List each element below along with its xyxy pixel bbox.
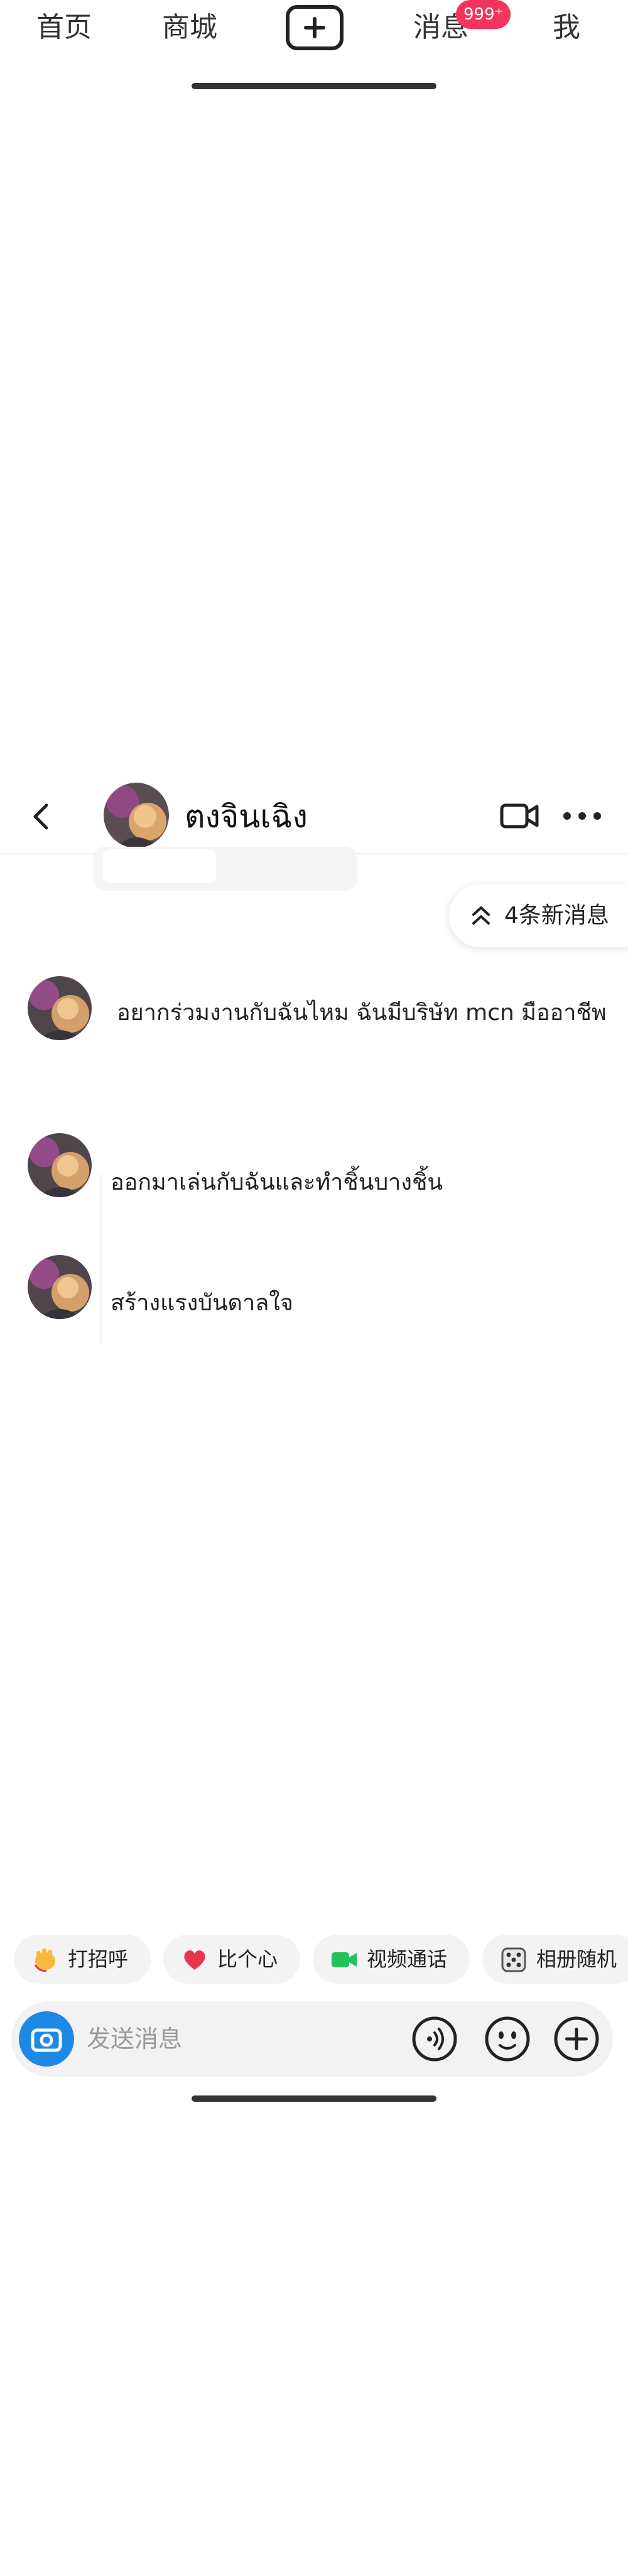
new-messages-button[interactable]: 4条新消息 bbox=[449, 884, 628, 947]
message-row: อยากร่วมงานกับฉันไหม ฉันมีบริษัท mcn มือ… bbox=[0, 974, 628, 1049]
message-row: สร้างแรงบันดาลใจ bbox=[0, 1255, 628, 1324]
tab-me[interactable]: 我 bbox=[553, 9, 580, 46]
chip-greet-label: 打招呼 bbox=[68, 1947, 129, 1971]
camera-button[interactable] bbox=[19, 2011, 74, 2067]
camera-icon bbox=[31, 2028, 62, 2052]
chip-video-call-label: 视频通话 bbox=[367, 1947, 448, 1971]
double-chevron-up-icon bbox=[472, 906, 490, 925]
chip-heart[interactable]: 比个心 bbox=[163, 1935, 300, 1984]
video-call-icon[interactable] bbox=[499, 800, 539, 832]
chip-heart-label: 比个心 bbox=[217, 1947, 278, 1971]
sender-avatar[interactable] bbox=[28, 976, 92, 1040]
chip-random-album-label: 相册随机 bbox=[536, 1947, 617, 1971]
sender-avatar[interactable] bbox=[28, 1133, 92, 1197]
plus-icon bbox=[304, 17, 325, 38]
home-indicator bbox=[192, 83, 436, 89]
dice-icon bbox=[501, 1947, 526, 1972]
faded-card-inner bbox=[103, 849, 216, 883]
unread-badge: 999⁺ bbox=[456, 0, 511, 29]
message-text: อยากร่วมงานกับฉันไหม ฉันมีบริษัท mcn มือ… bbox=[117, 1000, 607, 1026]
emoji-icon[interactable] bbox=[484, 2015, 531, 2063]
top-tab-bar: 首页 商城 消息 999⁺ 我 bbox=[0, 0, 628, 63]
more-options-icon[interactable] bbox=[562, 810, 602, 822]
home-indicator bbox=[192, 2095, 436, 2102]
message-row: ออกมาเล่นกับฉันและทำชิ้นบางชิ้น bbox=[0, 1133, 628, 1202]
wave-hand-icon bbox=[34, 1948, 55, 1972]
back-arrow-icon[interactable] bbox=[28, 802, 53, 832]
tab-home[interactable]: 首页 bbox=[36, 9, 92, 46]
new-messages-label: 4条新消息 bbox=[504, 903, 609, 928]
voice-icon[interactable] bbox=[411, 2015, 458, 2063]
post-button[interactable] bbox=[286, 5, 344, 50]
heart-icon bbox=[184, 1950, 205, 1970]
chip-random-album[interactable]: 相册随机 bbox=[482, 1935, 628, 1984]
message-composer bbox=[11, 2001, 613, 2077]
contact-avatar[interactable] bbox=[104, 783, 169, 848]
message-input[interactable] bbox=[87, 2020, 388, 2058]
chat-header: ตงจินเฉิง bbox=[0, 779, 628, 854]
add-more-icon[interactable] bbox=[553, 2015, 600, 2063]
tab-mall[interactable]: 商城 bbox=[162, 9, 217, 46]
chip-video-call[interactable]: 视频通话 bbox=[313, 1935, 470, 1984]
video-camera-icon bbox=[332, 1952, 357, 1967]
message-text: ออกมาเล่นกับฉันและทำชิ้นบางชิ้น bbox=[111, 1170, 443, 1195]
contact-name: ตงจินเฉิง bbox=[185, 798, 308, 835]
quick-actions-bar: 打招呼 比个心 视频通话 相册随机 bbox=[0, 1928, 628, 1991]
chip-greet[interactable]: 打招呼 bbox=[14, 1935, 151, 1984]
sender-avatar[interactable] bbox=[28, 1255, 92, 1319]
message-text: สร้างแรงบันดาลใจ bbox=[111, 1290, 294, 1316]
